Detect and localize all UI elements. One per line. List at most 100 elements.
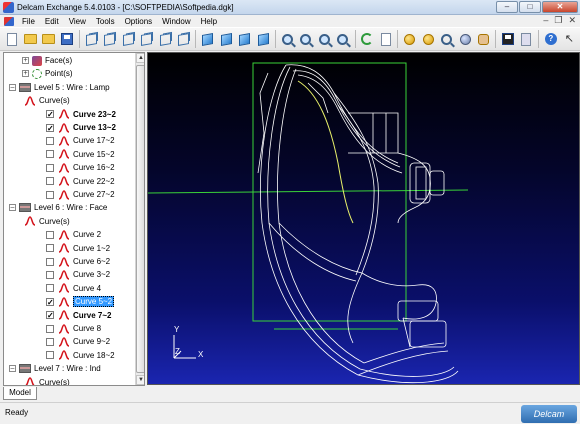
tree-curve-row[interactable]: Curve 9~2 (46, 335, 110, 348)
shade-2-icon[interactable] (421, 31, 436, 47)
zoom-in-icon[interactable] (298, 31, 313, 47)
visibility-checkbox[interactable] (46, 257, 54, 266)
tree-group-row[interactable]: Curve(s) (24, 94, 70, 107)
tree-leaf-row[interactable]: + Face(s) (22, 54, 72, 67)
curve-icon (58, 229, 70, 240)
visibility-checkbox[interactable] (46, 230, 54, 239)
tree-curve-row[interactable]: Curve 2 (46, 228, 101, 241)
visibility-checkbox[interactable] (46, 177, 54, 186)
tree-curve-row[interactable]: Curve 4 (46, 282, 101, 295)
view-side-icon[interactable] (237, 31, 252, 47)
menu-tools[interactable]: Tools (91, 17, 120, 26)
visibility-checkbox[interactable] (46, 324, 54, 333)
view-front-icon[interactable] (219, 31, 234, 47)
tree-curve-row[interactable]: Curve 15~2 (46, 148, 115, 161)
tree-curve-row[interactable]: Curve 6~2 (46, 255, 110, 268)
tree-curve-row[interactable]: Curve 17~2 (46, 134, 115, 147)
view-top-icon[interactable] (200, 31, 215, 47)
tree-scrollbar[interactable]: ▲ ▼ (135, 53, 144, 385)
visibility-checkbox[interactable]: ✓ (46, 311, 54, 320)
tab-model[interactable]: Model (3, 387, 37, 400)
refresh-icon[interactable] (359, 31, 374, 47)
wire-sphere-icon[interactable] (439, 31, 454, 47)
tree-curve-row[interactable]: Curve 27~2 (46, 188, 115, 201)
visibility-checkbox[interactable]: ✓ (46, 123, 54, 132)
visibility-checkbox[interactable] (46, 351, 54, 360)
open-folder-icon[interactable] (22, 31, 37, 47)
document-icon[interactable] (4, 16, 14, 26)
open-recent-icon[interactable] (41, 31, 56, 47)
tree-group-row[interactable]: Curve(s) (24, 215, 70, 228)
select-icon[interactable] (500, 31, 515, 47)
tree-curve-row[interactable]: Curve 3~2 (46, 268, 110, 281)
visibility-checkbox[interactable] (46, 163, 54, 172)
menu-options[interactable]: Options (120, 17, 158, 26)
view-bottom-icon[interactable] (255, 31, 270, 47)
menu-edit[interactable]: Edit (40, 17, 64, 26)
axis-label-y: Y (174, 325, 180, 334)
visibility-checkbox[interactable] (46, 150, 54, 159)
view-iso-1-icon[interactable] (84, 31, 99, 47)
visibility-checkbox[interactable] (46, 190, 54, 199)
zoom-fit-icon[interactable] (335, 31, 350, 47)
help-icon[interactable]: ? (543, 31, 558, 47)
shade-icon[interactable] (402, 31, 417, 47)
layers-icon[interactable] (519, 31, 534, 47)
menu-help[interactable]: Help (196, 17, 222, 26)
tree-curve-row[interactable]: Curve 22~2 (46, 175, 115, 188)
tree-curve-row[interactable]: Curve 18~2 (46, 349, 115, 362)
scroll-thumb[interactable] (136, 65, 144, 373)
view-iso-2-icon[interactable] (102, 31, 117, 47)
visibility-checkbox[interactable] (46, 284, 54, 293)
model-tree[interactable]: + Face(s) + Point(s) – Level 5 : Wire : Lamp C… (3, 52, 145, 386)
zoom-out-icon[interactable] (317, 31, 332, 47)
view-iso-4-icon[interactable] (139, 31, 154, 47)
arrow-icon[interactable]: ↖ (562, 31, 577, 47)
redraw-icon[interactable] (378, 31, 393, 47)
close-button[interactable]: ✕ (542, 1, 578, 13)
menu-view[interactable]: View (64, 17, 91, 26)
doc-minimize-button[interactable]: – (543, 15, 548, 26)
tree-curve-row[interactable]: ✓ Curve 7~2 (46, 309, 111, 322)
menu-window[interactable]: Window (157, 17, 195, 26)
collapse-icon[interactable]: – (9, 83, 16, 91)
tree-curve-row[interactable]: ✓ Curve 23~2 (46, 108, 116, 121)
globe-icon[interactable] (458, 31, 473, 47)
tree-curve-row[interactable]: Curve 16~2 (46, 161, 115, 174)
tree-curve-row[interactable]: ✓ Curve 13~2 (46, 121, 116, 134)
doc-close-button[interactable]: ✕ (568, 15, 576, 26)
maximize-button[interactable]: □ (519, 1, 541, 13)
collapse-icon[interactable]: – (9, 204, 16, 212)
tree-group-row[interactable]: Curve(s) (24, 376, 70, 385)
visibility-checkbox[interactable] (46, 136, 54, 145)
doc-restore-button[interactable]: ❐ (554, 15, 562, 26)
view-iso-3-icon[interactable] (121, 31, 136, 47)
tree-item-label: Curve 15~2 (73, 149, 115, 159)
3d-viewport[interactable]: Y Z X (147, 52, 580, 385)
visibility-checkbox[interactable]: ✓ (46, 110, 54, 119)
tree-curve-row[interactable]: Curve 8 (46, 322, 101, 335)
view-iso-5-icon[interactable] (157, 31, 172, 47)
view-iso-6-icon[interactable] (176, 31, 191, 47)
visibility-checkbox[interactable] (46, 244, 54, 253)
menu-file[interactable]: File (17, 17, 40, 26)
visibility-checkbox[interactable] (46, 337, 54, 346)
tree-curve-row[interactable]: ✓ Curve 5~2 (46, 295, 115, 308)
expand-icon[interactable]: + (22, 57, 29, 64)
visibility-checkbox[interactable] (46, 270, 54, 279)
minimize-button[interactable]: – (496, 1, 518, 13)
tree-level-row[interactable]: – Level 5 : Wire : Lamp (9, 81, 110, 94)
scroll-down-arrow-icon[interactable]: ▼ (136, 375, 144, 385)
visibility-checkbox[interactable]: ✓ (46, 297, 54, 306)
save-icon[interactable] (59, 31, 74, 47)
scroll-up-arrow-icon[interactable]: ▲ (136, 53, 144, 63)
collapse-icon[interactable]: – (9, 365, 16, 373)
expand-icon[interactable]: + (22, 70, 29, 78)
tree-leaf-row[interactable]: + Point(s) (22, 67, 73, 80)
new-document-icon[interactable] (4, 31, 19, 47)
tree-level-row[interactable]: – Level 7 : Wire : Ind (9, 362, 101, 375)
zoom-icon[interactable] (280, 31, 295, 47)
tree-curve-row[interactable]: Curve 1~2 (46, 242, 110, 255)
tree-level-row[interactable]: – Level 6 : Wire : Face (9, 201, 107, 214)
hand-icon[interactable] (476, 31, 491, 47)
